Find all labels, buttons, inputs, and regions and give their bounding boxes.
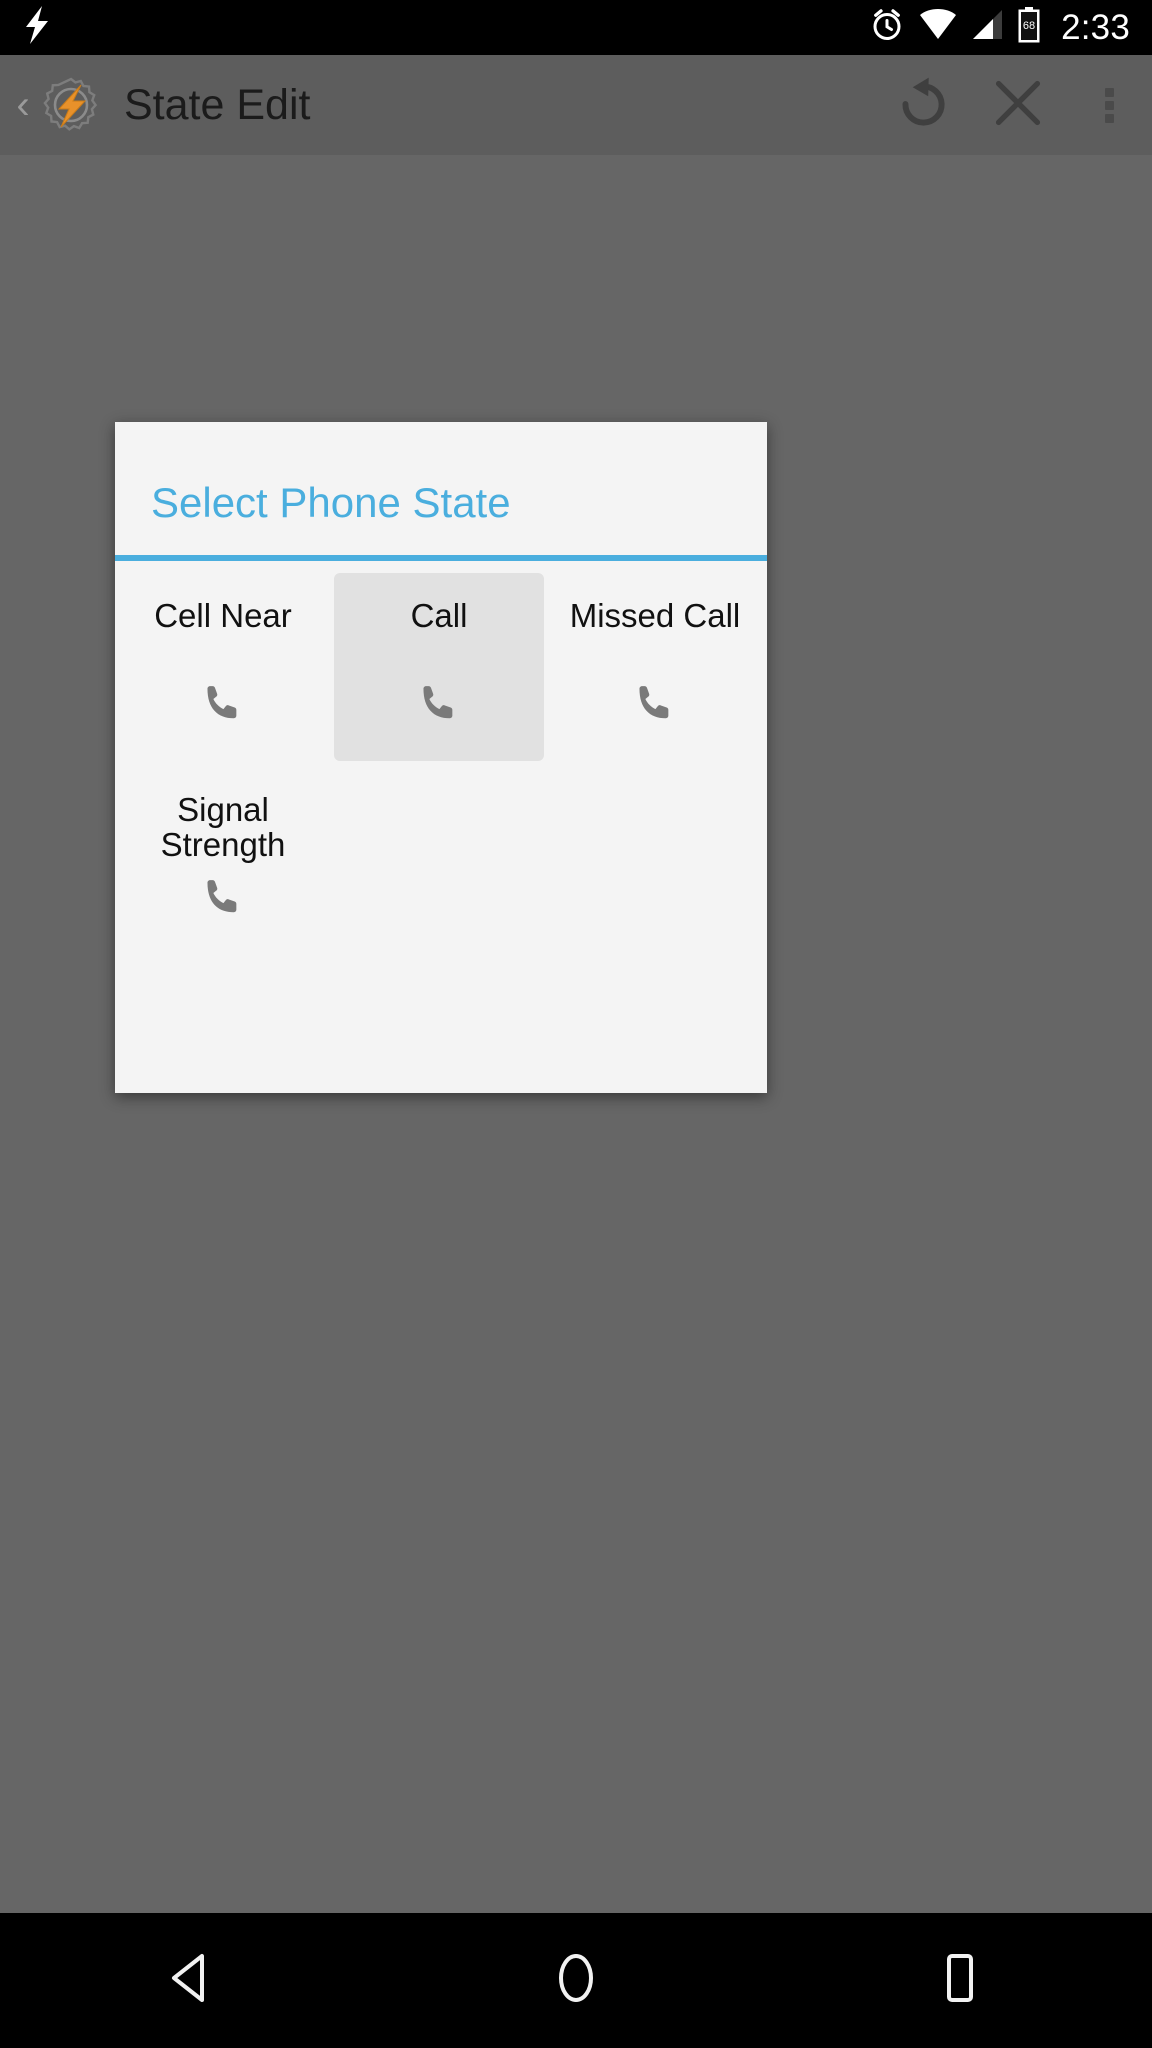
- phone-handset-icon: [200, 874, 246, 925]
- page-title: State Edit: [124, 80, 311, 129]
- overflow-menu-button[interactable]: [1066, 55, 1152, 155]
- tasker-gear-bolt-icon[interactable]: [38, 72, 104, 138]
- square-recents-icon: [936, 1952, 984, 2009]
- list-item-label: Cell Near: [154, 597, 292, 634]
- list-item[interactable]: Signal Strength: [118, 767, 328, 955]
- phone-handset-icon: [200, 680, 246, 731]
- triangle-back-icon: [168, 1952, 216, 2009]
- status-bar-right: 68 2:33: [869, 7, 1130, 48]
- revert-button[interactable]: [874, 55, 970, 155]
- wifi-icon: [919, 8, 957, 47]
- phone-handset-icon: [416, 680, 462, 731]
- status-bar: 68 2:33: [0, 0, 1152, 55]
- status-bar-clock: 2:33: [1061, 8, 1130, 47]
- svg-text:68: 68: [1023, 20, 1035, 32]
- alarm-icon: [869, 7, 905, 48]
- flash-bolt-icon: [22, 6, 52, 49]
- cancel-button[interactable]: [970, 55, 1066, 155]
- list-item-label: Missed Call: [569, 597, 741, 634]
- nav-back-button[interactable]: [92, 1913, 292, 2048]
- select-phone-state-dialog: Select Phone State Cell Near Call Missed…: [115, 422, 767, 1093]
- list-item[interactable]: Cell Near: [118, 573, 328, 761]
- nav-recents-button[interactable]: [860, 1913, 1060, 2048]
- phone-state-grid: Cell Near Call Missed Call Signal Streng…: [115, 570, 767, 958]
- navigation-bar: [0, 1913, 1152, 2048]
- undo-circular-arrow-icon: [891, 72, 953, 139]
- list-item-label: Call: [410, 597, 468, 634]
- action-bar: ‹ State Edit: [0, 55, 1152, 155]
- status-bar-left: [22, 6, 52, 49]
- list-item[interactable]: Call: [334, 573, 544, 761]
- list-item[interactable]: Missed Call: [550, 573, 760, 761]
- dialog-title: Select Phone State: [151, 479, 511, 526]
- dialog-title-divider: [115, 555, 767, 561]
- nav-home-button[interactable]: [476, 1913, 676, 2048]
- cell-signal-icon: [971, 8, 1003, 47]
- phone-handset-icon: [632, 680, 678, 731]
- battery-icon: 68: [1017, 7, 1041, 48]
- circle-home-icon: [552, 1950, 600, 2011]
- overflow-dots-icon: [1104, 84, 1114, 127]
- close-x-icon: [987, 72, 1049, 139]
- list-item-label: Signal Strength: [160, 791, 286, 863]
- up-navigation-chevron-icon[interactable]: ‹: [10, 55, 36, 155]
